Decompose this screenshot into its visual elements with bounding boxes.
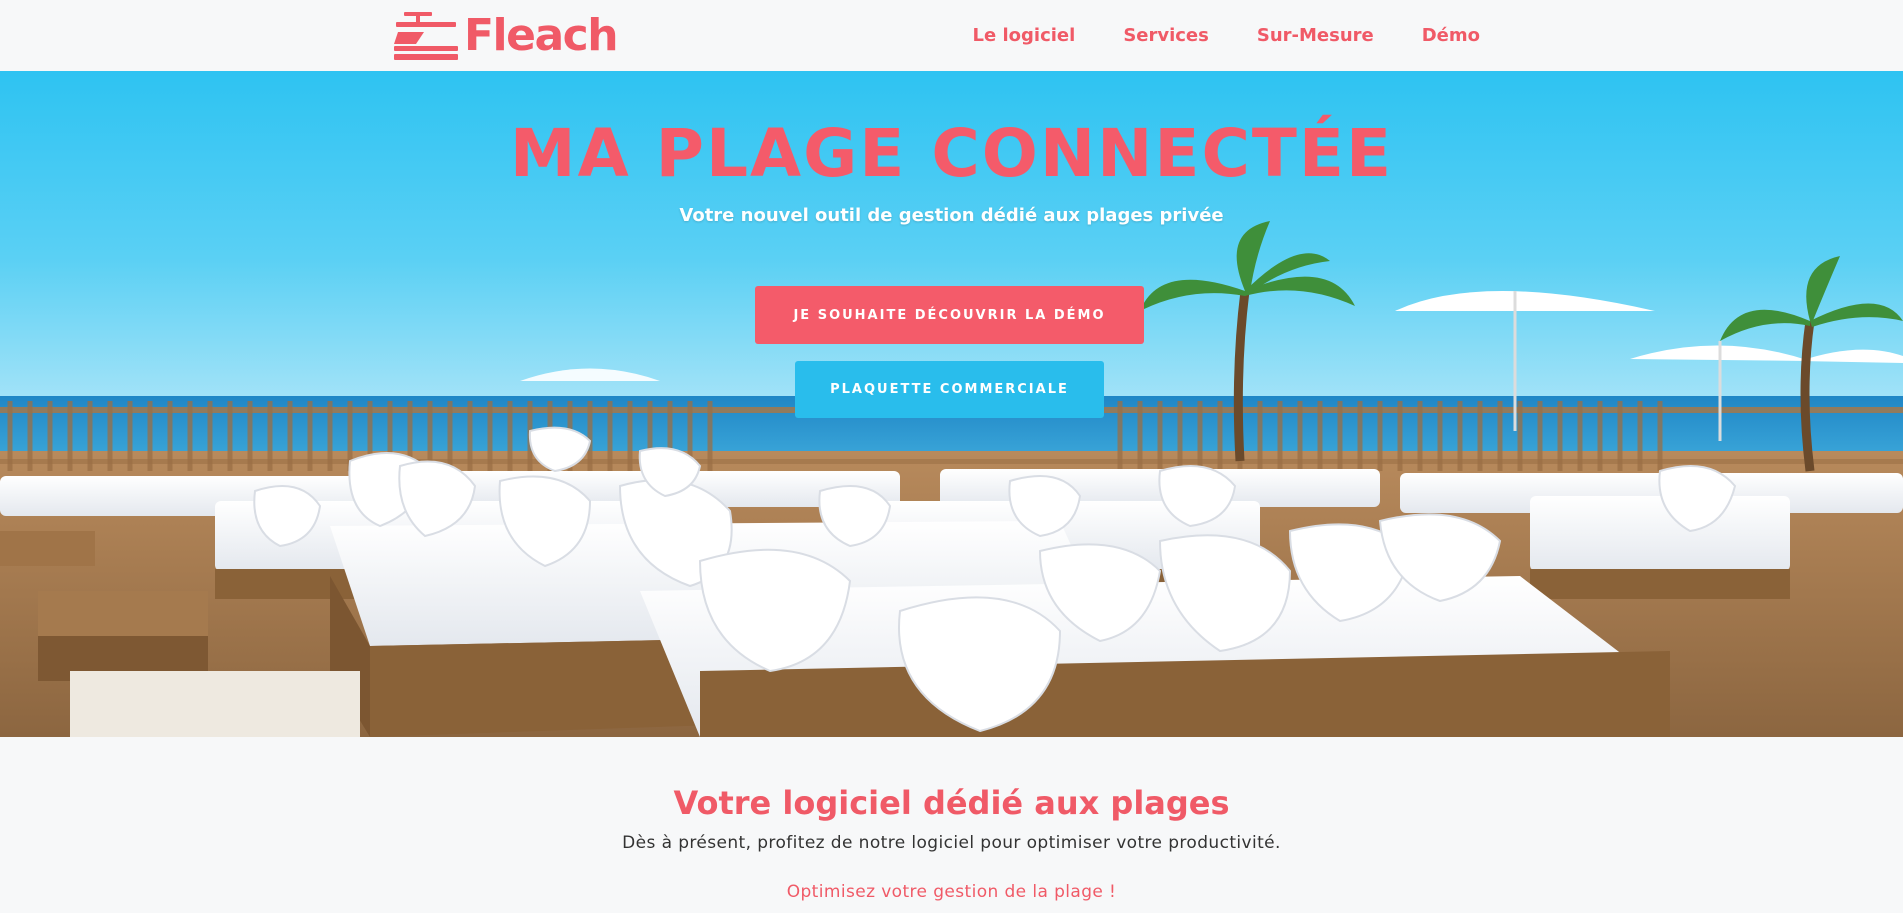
demo-button[interactable]: JE SOUHAITE DÉCOUVRIR LA DÉMO xyxy=(755,286,1144,344)
nav-link-sur-mesure[interactable]: Sur-Mesure xyxy=(1257,25,1374,46)
intro-link[interactable]: Optimisez votre gestion de la plage ! xyxy=(0,882,1903,902)
main-nav: Le logiciel Services Sur-Mesure Démo xyxy=(973,0,1480,71)
plaquette-button[interactable]: PLAQUETTE COMMERCIALE xyxy=(795,361,1104,418)
hero-banner: MA PLAGE CONNECTÉE Votre nouvel outil de… xyxy=(0,71,1903,737)
brand-logo[interactable]: Fleach xyxy=(394,10,619,62)
intro-section: Votre logiciel dédié aux plages Dès à pr… xyxy=(0,737,1903,913)
hero-subtitle: Votre nouvel outil de gestion dédié aux … xyxy=(679,205,1224,226)
nav-link-demo[interactable]: Démo xyxy=(1422,25,1480,46)
intro-title: Votre logiciel dédié aux plages xyxy=(673,784,1230,822)
hero-title: MA PLAGE CONNECTÉE xyxy=(509,115,1394,192)
nav-link-services[interactable]: Services xyxy=(1123,25,1209,46)
nav-link-logiciel[interactable]: Le logiciel xyxy=(973,25,1076,46)
brand-name: Fleach xyxy=(464,10,619,61)
intro-text: Dès à présent, profitez de notre logicie… xyxy=(622,833,1281,853)
beach-lounger-logo-icon xyxy=(394,12,458,60)
navbar: Fleach Le logiciel Services Sur-Mesure D… xyxy=(0,0,1903,71)
